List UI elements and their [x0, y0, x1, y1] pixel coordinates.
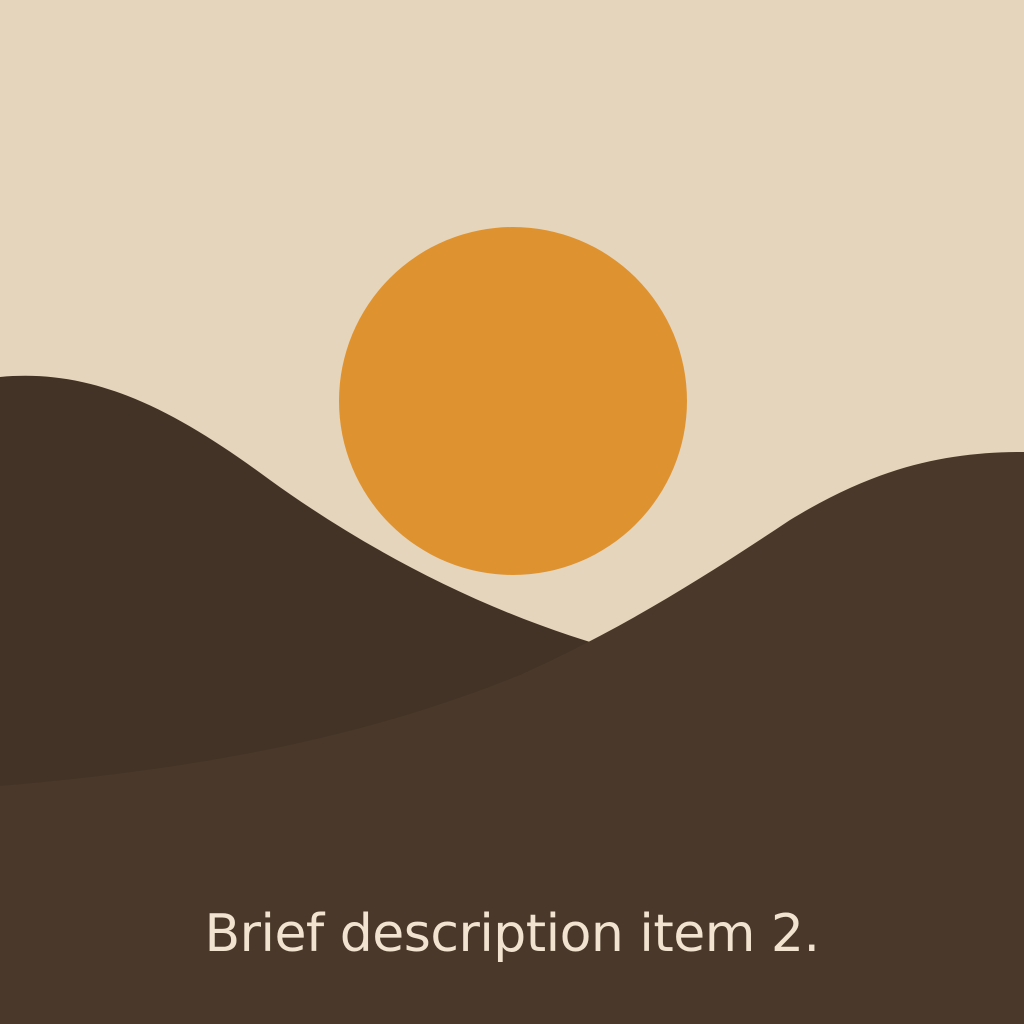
illustration-card: Brief description item 2. — [0, 0, 1024, 1024]
sun-circle — [339, 227, 687, 575]
landscape-illustration — [0, 0, 1024, 1024]
caption-text: Brief description item 2. — [204, 904, 820, 964]
